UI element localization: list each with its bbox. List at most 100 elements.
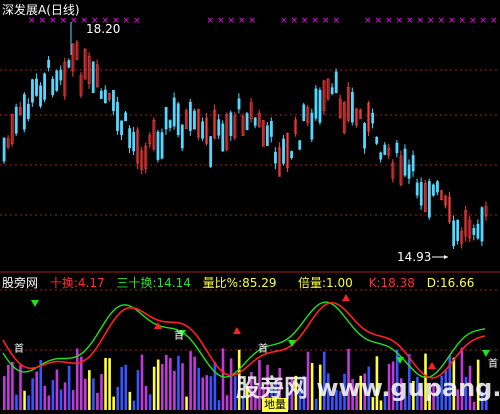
candle-body [298,140,302,150]
candle-body [302,104,306,121]
volume-ratio-value: 85.29 [242,276,277,290]
indicator-bar [225,395,229,410]
indicator-bar [104,357,107,410]
thirty-turnover-label: 三十换: [116,276,157,290]
candle-body [22,94,26,130]
candle-body [379,152,383,160]
x-marker: × [417,16,425,26]
indicator-bar [217,400,221,410]
x-marker: × [427,16,435,26]
indicator-bar [213,361,217,410]
candle-body [436,181,439,193]
first-marker: 首 [488,357,498,370]
indicator-bar [100,373,103,410]
indicator-bar [23,390,26,410]
indicator-bar [189,351,192,410]
indicator-bar [177,355,180,410]
candle-body [168,120,172,128]
d-line [2,301,486,378]
candle-body [112,89,115,111]
indicator-bar [75,348,79,410]
signal-arrow [482,350,490,357]
x-marker: × [60,16,68,26]
watermark: 股旁网 www.gupang.com [236,374,500,402]
indicator-bar [136,370,140,410]
low-arrowhead [444,255,448,259]
volume-ratio-label: 量比%: [202,276,243,290]
candle-body [189,101,192,131]
x-marker: × [396,16,404,26]
indicator-bar [92,378,95,410]
ten-turnover-label: 十换: [49,276,78,290]
candle-body [411,155,415,172]
d-value: 16.66 [440,276,475,290]
k-label: K: [368,276,381,290]
candle-body [176,103,180,135]
x-marker: × [133,16,141,26]
d-label: D: [426,276,440,290]
indicator-bar [229,358,233,410]
x-marker: × [490,16,498,26]
signal-arrow [342,294,350,301]
k-line [2,301,486,379]
x-marker: × [217,16,225,26]
chart-window: × × × × × × × × × × × × × × × × × × × × × × × × × × × × × × × × × × × 首首首首 … [0,0,500,414]
x-marker: × [448,16,456,26]
indicator-bar [132,400,136,410]
candle-body [245,113,249,131]
candle-body [253,117,257,126]
indicator-bar [27,395,30,410]
indicator-name: 股旁网 [2,276,39,290]
signal-arrow [233,327,241,334]
x-marker: × [291,16,299,26]
x-marker: × [249,16,257,26]
signal-arrow [428,362,436,369]
x-marker: × [333,16,341,26]
indicator-bar [35,371,38,410]
candle-body [201,121,204,139]
first-marker: 首 [14,342,24,355]
candle-body [310,112,314,140]
price-low-label: 14.93 [397,250,432,264]
candle-body [26,103,30,119]
indicator-bar [116,386,119,410]
indicator-bar [39,360,43,410]
candle-body [91,61,95,93]
candle-body [330,87,334,94]
indicator-bar [221,348,225,410]
candle-body [403,148,407,176]
indicator-bar [165,354,168,410]
candle-body [31,79,34,103]
x-marker: × [301,16,309,26]
candle-body [217,119,221,136]
x-marker: × [312,16,320,26]
indicator-bar [472,401,476,410]
indicator-bar [120,366,124,410]
candle-body [334,71,338,94]
indicator-bar [31,378,34,410]
x-marker: × [322,16,330,26]
x-marker: × [238,16,246,26]
indicator-bar [63,382,67,410]
k-value: 18.38 [380,276,415,290]
indicator-bar [3,376,6,410]
candle-body [39,85,42,107]
indicator-bar [88,370,91,410]
indicator-bar [197,367,200,410]
candle-body [318,90,322,123]
double-volume-label: 倍量: [298,276,327,290]
candle-body [282,138,285,164]
candle-body [265,125,269,146]
double-volume-value: 1.00 [326,276,353,290]
candle-body [375,136,379,144]
x-marker: × [469,16,477,26]
candle-body [2,138,6,162]
candle-body [14,106,18,134]
indicator-bar [152,366,156,410]
candle-body [350,92,354,123]
ten-turnover-value: 4.17 [77,276,105,290]
indicator-bar [15,394,18,410]
signal-arrow [31,300,39,307]
candle-body [132,132,136,152]
candle-body [472,228,476,235]
